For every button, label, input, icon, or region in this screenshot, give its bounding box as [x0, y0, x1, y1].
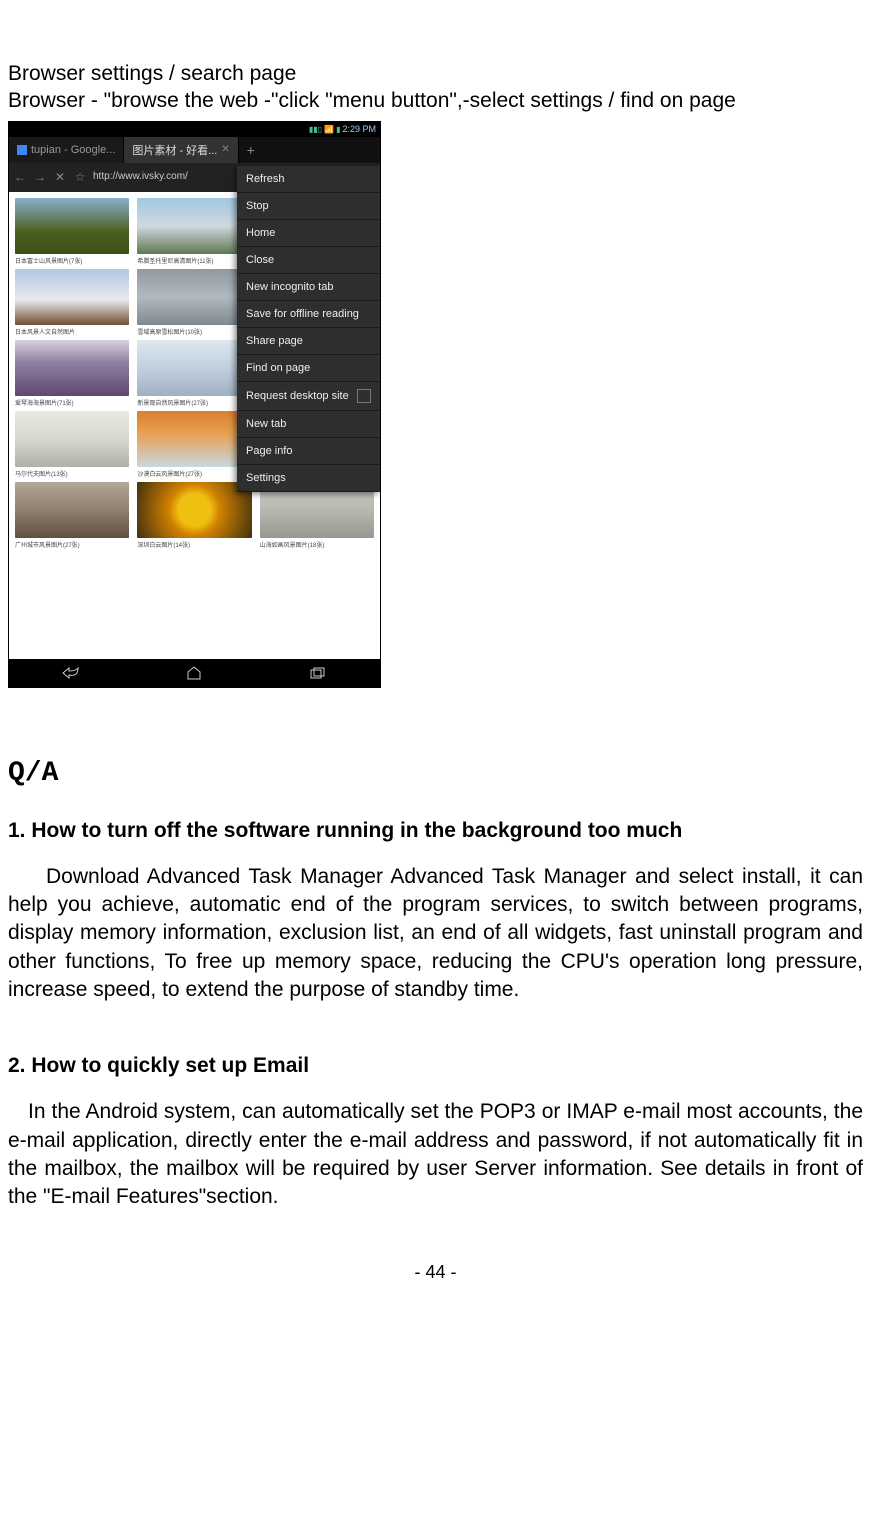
- back-key[interactable]: [60, 666, 82, 680]
- thumbnail-image: [137, 198, 251, 254]
- browser-tab-1[interactable]: tupian - Google...: [9, 137, 124, 163]
- tabs-row: tupian - Google... 图片素材 - 好看... ✕ +: [9, 137, 380, 163]
- thumbnail-caption: 希腊圣托里尼高清图片(11张): [137, 256, 251, 265]
- thumbnail-image: [15, 411, 129, 467]
- q1-title: 1. How to turn off the software running …: [8, 819, 863, 843]
- recent-key[interactable]: [307, 666, 329, 680]
- intro-line-2: Browser - "browse the web -"click "menu …: [8, 87, 863, 114]
- menu-incognito[interactable]: New incognito tab: [237, 274, 380, 301]
- menu-popup: Refresh Stop Home Close New incognito ta…: [237, 166, 380, 492]
- tab-label: tupian - Google...: [31, 144, 115, 156]
- grid-cell[interactable]: 新景观自然风景图片(27张): [137, 340, 251, 407]
- grid-cell[interactable]: 山海如画风景图片(18张): [260, 482, 374, 549]
- back-icon[interactable]: ←: [13, 170, 27, 184]
- menu-desktop-site-label: Request desktop site: [246, 390, 349, 402]
- grid-cell[interactable]: 希腊圣托里尼高清图片(11张): [137, 198, 251, 265]
- tab-label: 图片素材 - 好看...: [132, 142, 217, 158]
- status-bar: ▮▮▯ 📶 ▮ 2:29 PM: [9, 122, 380, 137]
- menu-settings[interactable]: Settings: [237, 465, 380, 492]
- menu-refresh[interactable]: Refresh: [237, 166, 380, 193]
- checkbox-icon[interactable]: [357, 389, 371, 403]
- browser-screenshot: ▮▮▯ 📶 ▮ 2:29 PM tupian - Google... 图片素材 …: [8, 121, 381, 688]
- thumbnail-image: [15, 482, 129, 538]
- grid-cell[interactable]: 雪域高原雪松图片(10张): [137, 269, 251, 336]
- thumbnail-caption: 马尔代夫图片(13张): [15, 469, 129, 478]
- q2-title: 2. How to quickly set up Email: [8, 1054, 863, 1078]
- bookmark-icon[interactable]: ☆: [73, 170, 87, 184]
- battery-icon: ▮: [336, 125, 340, 134]
- thumbnail-image: [15, 198, 129, 254]
- grid-cell[interactable]: 日本风景人文自然图片: [15, 269, 129, 336]
- page-number: - 44 -: [8, 1262, 863, 1283]
- grid-cell[interactable]: 沙漠白云风景图片(27张): [137, 411, 251, 478]
- thumbnail-caption: 雪域高原雪松图片(10张): [137, 327, 251, 336]
- new-tab-button[interactable]: +: [239, 137, 263, 163]
- thumbnail-caption: 广州城市风景图片(27张): [15, 540, 129, 549]
- menu-home[interactable]: Home: [237, 220, 380, 247]
- favicon-icon: [17, 145, 27, 155]
- close-icon[interactable]: ✕: [221, 144, 229, 155]
- thumbnail-image: [15, 340, 129, 396]
- menu-share[interactable]: Share page: [237, 328, 380, 355]
- q2-body: In the Android system, can automatically…: [8, 1098, 863, 1211]
- menu-find-on-page[interactable]: Find on page: [237, 355, 380, 382]
- thumbnail-image: [137, 340, 251, 396]
- menu-save-offline[interactable]: Save for offline reading: [237, 301, 380, 328]
- thumbnail-caption: 爱琴海海景图片(71张): [15, 398, 129, 407]
- forward-icon[interactable]: →: [33, 170, 47, 184]
- thumbnail-caption: 沙漠白云风景图片(27张): [137, 469, 251, 478]
- q1-body: Download Advanced Task Manager Advanced …: [8, 863, 863, 1005]
- grid-cell[interactable]: 广州城市风景图片(27张): [15, 482, 129, 549]
- status-time: 2:29 PM: [342, 124, 376, 134]
- menu-stop[interactable]: Stop: [237, 193, 380, 220]
- thumbnail-caption: 日本富士山风景图片(7张): [15, 256, 129, 265]
- thumbnail-caption: 山海如画风景图片(18张): [260, 540, 374, 549]
- browser-tab-2[interactable]: 图片素材 - 好看... ✕: [124, 137, 238, 163]
- wifi-icon: 📶: [324, 125, 334, 134]
- thumbnail-image: [15, 269, 129, 325]
- grid-cell[interactable]: 深圳白云图片(14张): [137, 482, 251, 549]
- thumbnail-image: [137, 269, 251, 325]
- menu-new-tab[interactable]: New tab: [237, 411, 380, 438]
- intro-line-1: Browser settings / search page: [8, 60, 863, 87]
- grid-cell[interactable]: 马尔代夫图片(13张): [15, 411, 129, 478]
- stop-icon[interactable]: ✕: [53, 170, 67, 184]
- grid-cell[interactable]: 日本富士山风景图片(7张): [15, 198, 129, 265]
- thumbnail-caption: 日本风景人文自然图片: [15, 327, 129, 336]
- thumbnail-caption: 新景观自然风景图片(27张): [137, 398, 251, 407]
- menu-desktop-site[interactable]: Request desktop site: [237, 382, 380, 411]
- signal-icon: ▮▮▯: [309, 125, 322, 134]
- thumbnail-image: [137, 482, 251, 538]
- menu-close[interactable]: Close: [237, 247, 380, 274]
- home-key[interactable]: [183, 666, 205, 680]
- qa-heading: Q/A: [8, 758, 863, 789]
- nav-bar: [9, 659, 380, 687]
- thumbnail-caption: 深圳白云图片(14张): [137, 540, 251, 549]
- grid-cell[interactable]: 爱琴海海景图片(71张): [15, 340, 129, 407]
- menu-page-info[interactable]: Page info: [237, 438, 380, 465]
- thumbnail-image: [137, 411, 251, 467]
